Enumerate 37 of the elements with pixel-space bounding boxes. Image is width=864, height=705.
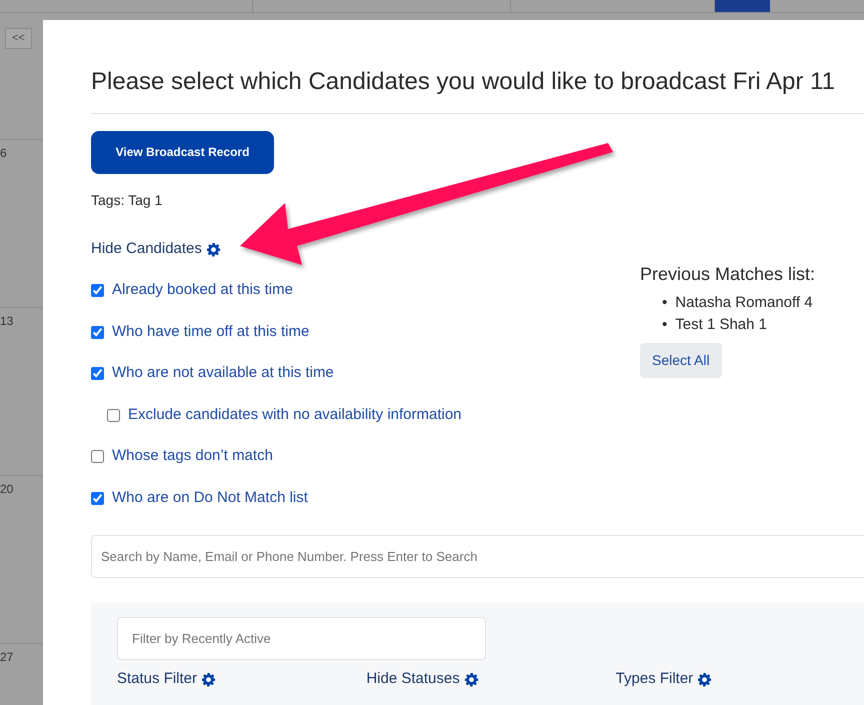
- day-number: 13: [0, 314, 14, 328]
- dialog-title: Please select which Candidates you would like to broadcast Fri Apr 11: [91, 68, 864, 114]
- day-number: 20: [0, 482, 14, 496]
- option-label[interactable]: Who are on Do Not Match list: [112, 486, 308, 510]
- tags-label: Tags: Tag 1: [91, 192, 162, 208]
- checkbox[interactable]: [91, 450, 104, 464]
- checkbox[interactable]: [91, 326, 104, 339]
- day-number: 27: [0, 650, 14, 664]
- gear-icon[interactable]: [697, 672, 712, 687]
- option-label[interactable]: Already booked at this time: [112, 279, 293, 302]
- option-label[interactable]: Who are not available at this time: [112, 362, 334, 385]
- section-heading: Hide Candidates: [91, 238, 202, 259]
- filter-heading: Types Filter: [616, 670, 694, 688]
- day-number: 6: [0, 146, 7, 160]
- checkbox[interactable]: [91, 492, 104, 505]
- match-item: Natasha Romanoff 4: [675, 292, 813, 313]
- option-label[interactable]: Whose tags don’t match: [112, 445, 273, 468]
- bullet: •: [662, 315, 668, 336]
- view-record-button[interactable]: View Broadcast Record: [91, 130, 274, 174]
- search-field[interactable]: Search by Name, Email or Phone Number. Press Enter to Search: [91, 535, 864, 578]
- select-all-button[interactable]: Select All: [640, 342, 722, 378]
- gear-icon[interactable]: [201, 672, 216, 687]
- tab-indicator: [715, 0, 770, 12]
- option-label[interactable]: Who have time off at this time: [112, 320, 310, 344]
- nav-button[interactable]: <<: [5, 28, 32, 49]
- bullet: •: [662, 292, 668, 313]
- checkbox[interactable]: [91, 284, 104, 298]
- checkbox[interactable]: [107, 408, 120, 422]
- filter-heading: Status Filter: [117, 670, 198, 688]
- filter-heading: Hide Statuses: [366, 670, 460, 688]
- option-label[interactable]: Exclude candidates with no availability information: [128, 404, 462, 426]
- gear-icon[interactable]: [206, 242, 221, 257]
- checkbox[interactable]: [91, 367, 104, 380]
- match-item: Test 1 Shah 1: [675, 315, 767, 336]
- gear-icon[interactable]: [464, 672, 479, 687]
- list-title: Previous Matches list:: [640, 262, 816, 286]
- filter-field[interactable]: Filter by Recently Active: [117, 617, 486, 660]
